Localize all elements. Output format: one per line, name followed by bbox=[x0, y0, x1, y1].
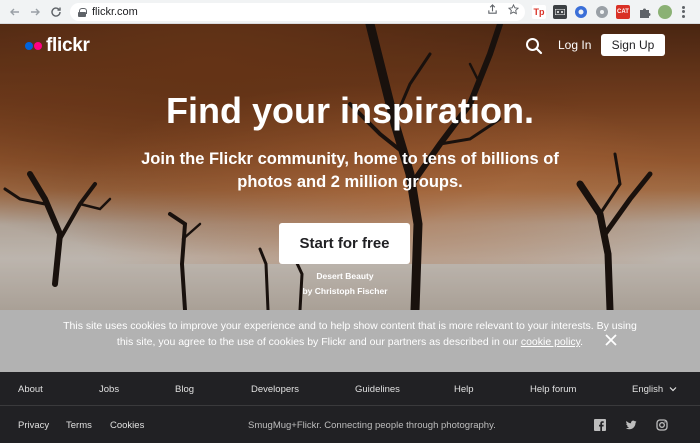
photo-title[interactable]: Desert Beauty bbox=[250, 269, 440, 284]
recorder-extension-icon[interactable] bbox=[553, 5, 567, 19]
chevron-down-icon bbox=[669, 387, 677, 392]
profile-avatar[interactable] bbox=[658, 5, 672, 19]
browser-menu-icon[interactable] bbox=[681, 5, 685, 19]
cookie-message: This site uses cookies to improve your e… bbox=[63, 320, 637, 348]
twitter-icon[interactable] bbox=[625, 419, 637, 431]
top-navigation: flickr Log In Sign Up bbox=[0, 24, 700, 68]
footer-link-terms[interactable]: Terms bbox=[66, 420, 92, 431]
footer-link-jobs[interactable]: Jobs bbox=[99, 384, 119, 395]
start-for-free-button[interactable]: Start for free bbox=[279, 223, 410, 264]
url-text: flickr.com bbox=[92, 6, 138, 18]
instagram-icon[interactable] bbox=[656, 419, 668, 431]
signup-button[interactable]: Sign Up bbox=[601, 34, 665, 56]
hero-section: flickr Log In Sign Up Find your inspirat… bbox=[0, 24, 700, 310]
logo-pink-dot bbox=[34, 42, 42, 50]
tp-extension-icon[interactable]: Tp bbox=[532, 5, 546, 19]
close-icon[interactable] bbox=[604, 333, 618, 347]
footer-links-secondary: Privacy Terms Cookies SmugMug+Flickr. Co… bbox=[0, 407, 700, 443]
footer-link-help-forum[interactable]: Help forum bbox=[530, 384, 576, 395]
browser-toolbar: flickr.com Tp CAT bbox=[0, 0, 700, 24]
back-icon[interactable] bbox=[4, 1, 26, 23]
address-bar[interactable]: flickr.com bbox=[70, 3, 525, 21]
hero-headline: Find your inspiration. bbox=[166, 90, 534, 131]
cookie-policy-link[interactable]: cookie policy bbox=[521, 336, 580, 348]
footer-tagline: SmugMug+Flickr. Connecting people throug… bbox=[248, 420, 496, 431]
red-extension-icon[interactable]: CAT bbox=[616, 5, 630, 19]
flickr-logo[interactable]: flickr bbox=[25, 35, 90, 57]
login-link[interactable]: Log In bbox=[558, 38, 591, 52]
lock-icon bbox=[78, 7, 87, 17]
footer-link-developers[interactable]: Developers bbox=[251, 384, 299, 395]
star-icon[interactable] bbox=[507, 3, 520, 18]
logo-text: flickr bbox=[46, 35, 90, 56]
circle-extension-icon[interactable] bbox=[595, 5, 609, 19]
photo-credit[interactable]: Desert Beauty by Christoph Fischer bbox=[250, 269, 440, 299]
puzzle-icon[interactable] bbox=[637, 5, 651, 19]
footer-link-blog[interactable]: Blog bbox=[175, 384, 194, 395]
share-icon[interactable] bbox=[487, 4, 498, 18]
photo-author[interactable]: by Christoph Fischer bbox=[250, 284, 440, 299]
search-icon[interactable] bbox=[525, 37, 543, 55]
footer-link-guidelines[interactable]: Guidelines bbox=[355, 384, 400, 395]
logo-blue-dot bbox=[25, 42, 33, 50]
footer: About Jobs Blog Developers Guidelines He… bbox=[0, 372, 700, 443]
hero-subline: Join the Flickr community, home to tens … bbox=[141, 150, 559, 191]
language-selector[interactable]: English bbox=[632, 384, 677, 395]
forward-icon[interactable] bbox=[24, 1, 46, 23]
footer-link-privacy[interactable]: Privacy bbox=[18, 420, 49, 431]
facebook-icon[interactable] bbox=[594, 419, 606, 431]
reload-icon[interactable] bbox=[45, 1, 67, 23]
footer-link-cookies[interactable]: Cookies bbox=[110, 420, 144, 431]
footer-links-primary: About Jobs Blog Developers Guidelines He… bbox=[0, 372, 700, 406]
gear-extension-icon[interactable] bbox=[574, 5, 588, 19]
cookie-banner: This site uses cookies to improve your e… bbox=[0, 310, 700, 372]
footer-link-help[interactable]: Help bbox=[454, 384, 474, 395]
footer-link-about[interactable]: About bbox=[18, 384, 43, 395]
